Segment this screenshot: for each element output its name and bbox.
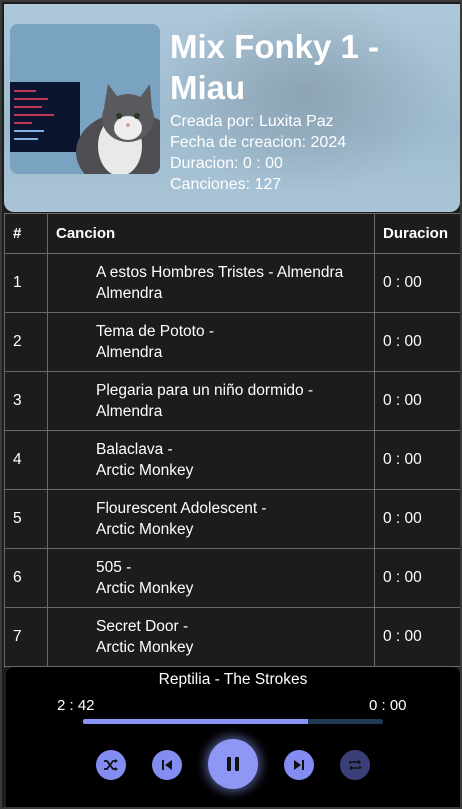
playlist-cover-image: [10, 24, 160, 174]
previous-button[interactable]: [152, 750, 182, 780]
row-duration: 0 : 00: [374, 430, 460, 490]
song-artist: Almendra: [96, 285, 163, 302]
row-duration: 0 : 00: [374, 253, 460, 313]
row-song: Secret Door - Arctic Monkey: [47, 607, 375, 667]
shuffle-icon: [104, 759, 118, 771]
row-number: 1: [4, 253, 48, 313]
app-frame: Mix Fonky 1 - Miau Creada por: Luxita Pa…: [0, 0, 462, 809]
pause-icon: [227, 757, 239, 771]
row-song: Flourescent Adolescent - Arctic Monkey: [47, 489, 375, 549]
table-row[interactable]: 5 Flourescent Adolescent - Arctic Monkey …: [4, 489, 460, 549]
row-song: A estos Hombres Tristes - Almendra Almend…: [47, 253, 375, 313]
row-song: 505 - Arctic Monkey: [47, 548, 375, 608]
column-header-number: #: [4, 213, 48, 254]
pause-button[interactable]: [208, 739, 258, 789]
song-artist: Arctic Monkey: [96, 462, 194, 479]
song-artist: Arctic Monkey: [96, 580, 194, 597]
song-title: A estos Hombres Tristes - Almendra: [96, 264, 344, 281]
row-song: Plegaria para un niño dormido - Almendra: [47, 371, 375, 431]
playlist-meta: Creada por: Luxita Paz Fecha de creacion…: [170, 111, 455, 195]
table-row[interactable]: 3 Plegaria para un niño dormido - Almendr…: [4, 371, 460, 431]
row-duration: 0 : 00: [374, 489, 460, 549]
song-table-container[interactable]: # Cancion Duracion 1 A estos Hombres Tri…: [4, 213, 460, 668]
player-bar: Reptilia - The Strokes 2 : 42 0 : 00: [6, 667, 460, 807]
playlist-header: Mix Fonky 1 - Miau Creada por: Luxita Pa…: [4, 4, 460, 212]
previous-icon: [162, 760, 172, 770]
progress-fill: [83, 719, 308, 724]
playlist-song-count: Canciones: 127: [170, 176, 282, 193]
column-header-song: Cancion: [47, 213, 375, 254]
repeat-button[interactable]: [340, 750, 370, 780]
row-number: 4: [4, 430, 48, 490]
song-title: Plegaria para un niño dormido -: [96, 382, 314, 399]
row-number: 5: [4, 489, 48, 549]
playlist-title: Mix Fonky 1 - Miau: [170, 28, 380, 106]
current-time: 2 : 42: [57, 697, 95, 714]
song-artist: Arctic Monkey: [96, 521, 194, 538]
table-row[interactable]: 6 505 - Arctic Monkey 0 : 00: [4, 548, 460, 608]
row-number: 3: [4, 371, 48, 431]
row-number: 2: [4, 312, 48, 372]
song-title: Tema de Pototo -: [96, 323, 215, 340]
song-title: Secret Door -: [96, 618, 189, 635]
song-title: Flourescent Adolescent -: [96, 500, 267, 517]
song-artist: Arctic Monkey: [96, 639, 194, 656]
total-time: 0 : 00: [369, 697, 407, 714]
repeat-icon: [349, 759, 361, 771]
table-row[interactable]: 1 A estos Hombres Tristes - Almendra Alme…: [4, 253, 460, 313]
song-artist: Almendra: [96, 344, 163, 361]
row-duration: 0 : 00: [374, 371, 460, 431]
row-number: 7: [4, 607, 48, 667]
row-song: Tema de Pototo - Almendra: [47, 312, 375, 372]
playlist-info: Mix Fonky 1 - Miau Creada por: Luxita Pa…: [170, 26, 455, 195]
song-title: 505 -: [96, 559, 132, 576]
shuffle-button[interactable]: [96, 750, 126, 780]
playlist-created-date: Fecha de creacion: 2024: [170, 134, 347, 151]
row-duration: 0 : 00: [374, 607, 460, 667]
table-header-row: # Cancion Duracion: [4, 213, 460, 254]
playlist-creator: Creada por: Luxita Paz: [170, 113, 334, 130]
table-row[interactable]: 4 Balaclava - Arctic Monkey 0 : 00: [4, 430, 460, 490]
row-duration: 0 : 00: [374, 312, 460, 372]
row-number: 6: [4, 548, 48, 608]
table-row[interactable]: 7 Secret Door - Arctic Monkey 0 : 00: [4, 607, 460, 667]
column-header-duration: Duracion: [374, 213, 460, 254]
table-row[interactable]: 2 Tema de Pototo - Almendra 0 : 00: [4, 312, 460, 372]
now-playing-title: Reptilia - The Strokes: [158, 671, 308, 688]
progress-bar[interactable]: [83, 719, 383, 724]
row-song: Balaclava - Arctic Monkey: [47, 430, 375, 490]
song-title: Balaclava -: [96, 441, 173, 458]
row-duration: 0 : 00: [374, 548, 460, 608]
song-table: # Cancion Duracion 1 A estos Hombres Tri…: [4, 213, 460, 668]
next-button[interactable]: [284, 750, 314, 780]
next-icon: [294, 760, 304, 770]
song-artist: Almendra: [96, 403, 163, 420]
playlist-duration: Duracion: 0 : 00: [170, 155, 283, 172]
